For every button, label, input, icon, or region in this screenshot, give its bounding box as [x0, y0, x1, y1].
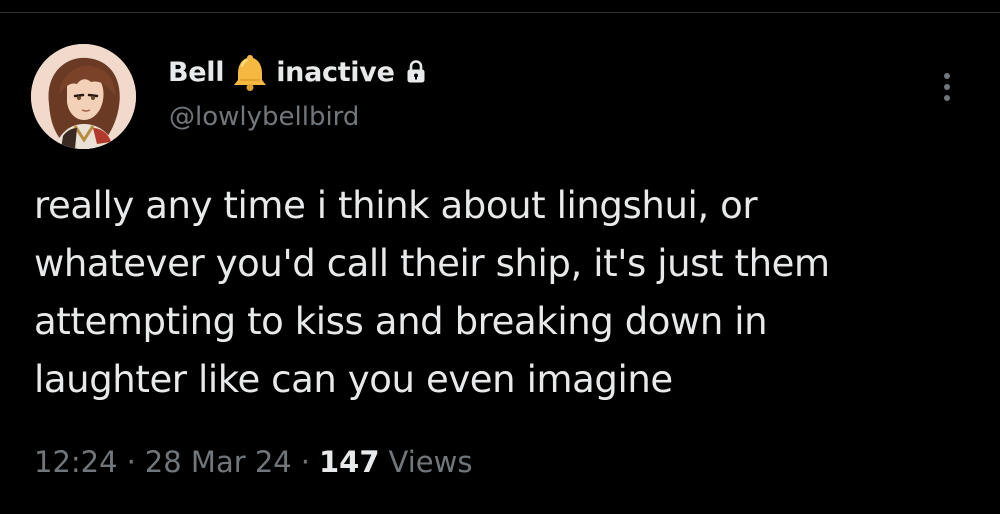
avatar-illustration — [31, 44, 136, 149]
author-name-prefix[interactable]: Bell — [168, 57, 225, 88]
tweet-text-line: really any time i think about lingshui, … — [34, 184, 758, 227]
more-vertical-icon — [944, 73, 950, 101]
more-menu-button[interactable] — [933, 68, 961, 108]
meta-separator: · — [300, 445, 310, 479]
tweet-meta: 12:24 · 28 Mar 24 · 147 Views — [34, 440, 472, 484]
bell-icon — [228, 52, 272, 92]
tweet-time[interactable]: 12:24 — [34, 445, 118, 479]
tweet-text: really any time i think about lingshui, … — [34, 177, 979, 409]
meta-separator: · — [126, 445, 136, 479]
author-name-suffix[interactable]: inactive — [276, 57, 395, 88]
author-name-row[interactable]: Bell inactive — [168, 52, 427, 92]
tweet: Bell inactive @lowlybellbird really any … — [0, 0, 1000, 514]
tweet-text-line: whatever you'd call their ship, it's jus… — [34, 242, 830, 285]
lock-icon — [405, 59, 427, 85]
avatar[interactable] — [31, 44, 136, 149]
views-count[interactable]: 147 — [319, 445, 380, 479]
tweet-text-line: laughter like can you even imagine — [34, 358, 673, 401]
views-label[interactable]: Views — [389, 445, 473, 479]
tweet-text-line: attempting to kiss and breaking down in — [34, 300, 768, 343]
tweet-date[interactable]: 28 Mar 24 — [145, 445, 292, 479]
author-handle[interactable]: @lowlybellbird — [169, 102, 359, 132]
